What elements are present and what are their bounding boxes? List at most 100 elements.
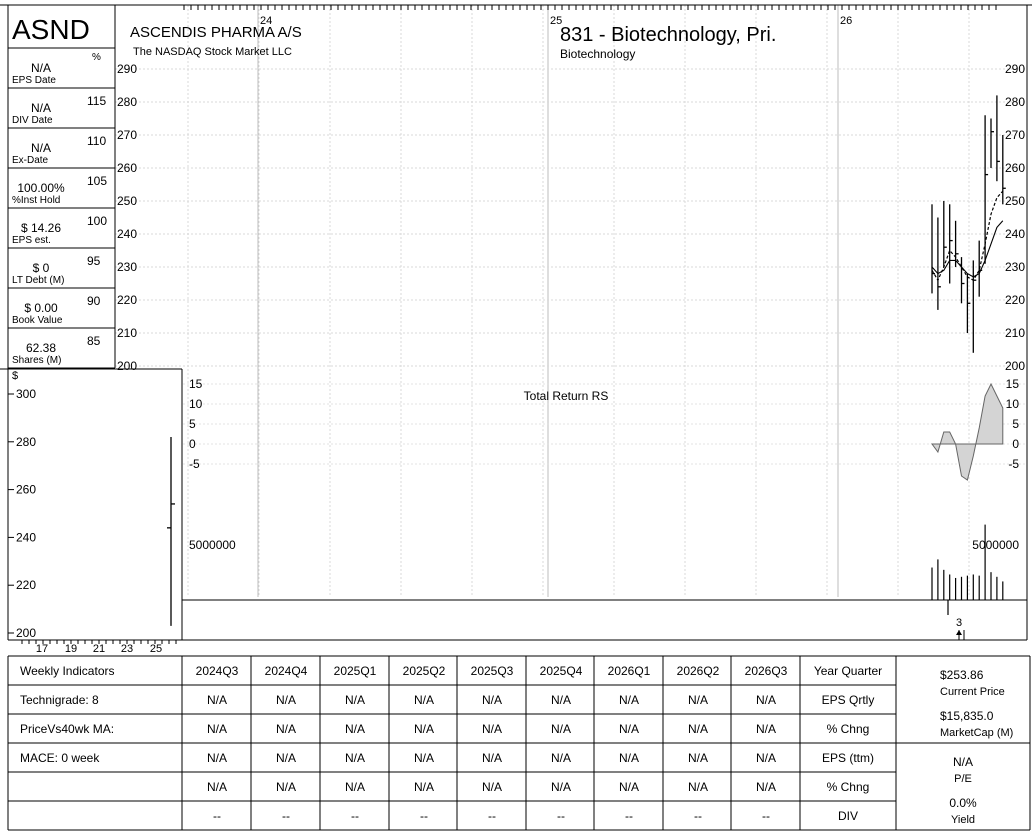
year-label: 26	[840, 15, 852, 27]
price-tick-right: 230	[1005, 260, 1025, 274]
inset-tick-label: 240	[16, 530, 36, 544]
table-cell: --	[213, 809, 221, 823]
table-cell: N/A	[618, 780, 639, 794]
ex-date-value: N/A	[30, 141, 51, 155]
ticker-symbol: ASND	[12, 14, 90, 45]
table-cell: --	[762, 809, 770, 823]
rs-tick-right: 15	[1006, 377, 1020, 391]
industry-group: 831 - Biotechnology, Pri.	[560, 24, 777, 46]
row-label-weekly-indicators: Weekly Indicators	[20, 664, 115, 678]
table-cell: N/A	[618, 751, 639, 765]
quarter-header: 2024Q3	[195, 664, 239, 678]
table-cell: N/A	[481, 722, 502, 736]
quarter-header: 2026Q1	[607, 664, 651, 678]
table-cell: N/A	[618, 693, 639, 707]
table-cell: N/A	[755, 722, 776, 736]
inset-x-label: 23	[121, 643, 133, 655]
inset-x-label: 25	[150, 643, 162, 655]
percent-axis-symbol: %	[92, 52, 101, 63]
price-tick-left: 250	[117, 194, 137, 208]
moving-average-long-line	[931, 220, 1004, 278]
rs-title: Total Return RS	[524, 389, 609, 403]
div-date-label: DIV Date	[12, 115, 53, 126]
table-cell: N/A	[413, 751, 434, 765]
table-cell: N/A	[687, 751, 708, 765]
volume-label-left: 5000000	[189, 538, 236, 552]
pct-tick: 90	[87, 294, 101, 308]
quarter-header: 2025Q4	[539, 664, 583, 678]
table-cell: N/A	[206, 780, 227, 794]
table-cell: N/A	[687, 780, 708, 794]
price-tick-right: 200	[1005, 359, 1025, 373]
table-cell: N/A	[550, 751, 571, 765]
pe-value: N/A	[952, 755, 973, 769]
table-cell: N/A	[481, 693, 502, 707]
table-cell: N/A	[413, 693, 434, 707]
table-cell: N/A	[481, 780, 502, 794]
table-cell: N/A	[755, 693, 776, 707]
book-value-value: $ 0.00	[24, 301, 58, 315]
price-tick-left: 230	[117, 260, 137, 274]
lt-debt-label: LT Debt (M)	[12, 275, 65, 286]
volume-label-right: 5000000	[972, 538, 1019, 552]
exchange-name: The NASDAQ Stock Market LLC	[133, 46, 292, 58]
eps-date-label: EPS Date	[12, 75, 56, 86]
metric-label-pct-chng-1: % Chng	[826, 722, 870, 736]
ex-date-label: Ex-Date	[12, 155, 49, 166]
current-price-label: Current Price	[940, 686, 1005, 698]
table-cell: N/A	[344, 722, 365, 736]
rs-tick-right: -5	[1008, 457, 1019, 471]
table-cell: --	[488, 809, 496, 823]
table-cell: N/A	[344, 751, 365, 765]
rs-area	[931, 382, 1004, 481]
inset-tick-label: 260	[16, 483, 36, 497]
quarter-header: 2025Q3	[470, 664, 514, 678]
pct-tick: 85	[87, 334, 101, 348]
sector-name: Biotechnology	[560, 47, 636, 61]
table-cell: N/A	[413, 780, 434, 794]
price-tick-left: 270	[117, 128, 137, 142]
table-cell: N/A	[275, 780, 296, 794]
inset-currency-label: $	[12, 370, 18, 382]
inset-x-label: 19	[65, 643, 77, 655]
table-cell: N/A	[755, 751, 776, 765]
inst-hold-label: %Inst Hold	[12, 195, 61, 206]
table-cell: --	[420, 809, 428, 823]
table-cell: --	[282, 809, 290, 823]
table-cell: N/A	[755, 780, 776, 794]
row-label-technigrade: Technigrade: 8	[20, 693, 99, 707]
table-cell: N/A	[687, 722, 708, 736]
table-cell: N/A	[550, 722, 571, 736]
market-cap-label: MarketCap (M)	[940, 727, 1014, 739]
pe-label: P/E	[954, 773, 972, 785]
price-tick-right: 270	[1005, 128, 1025, 142]
price-tick-left: 260	[117, 161, 137, 175]
price-tick-right: 260	[1005, 161, 1025, 175]
chart-canvas: 24 25 26200 200210 210220 220230 230240 240250 2…	[0, 4, 1032, 831]
table-cell: N/A	[550, 780, 571, 794]
shares-label: Shares (M)	[12, 355, 62, 366]
price-tick-right: 290	[1005, 62, 1025, 76]
table-cell: --	[557, 809, 565, 823]
inset-tick-label: 280	[16, 435, 36, 449]
row-label-price-vs-ma: PriceVs40wk MA:	[20, 722, 115, 736]
pct-tick: 100	[87, 214, 107, 228]
table-cell: N/A	[618, 722, 639, 736]
inset-x-label: 17	[36, 643, 48, 655]
table-cell: N/A	[413, 722, 434, 736]
yield-label: Yield	[950, 814, 976, 826]
table-cell: N/A	[206, 722, 227, 736]
event-marker-label: 3	[956, 617, 962, 629]
pct-tick: 115	[87, 94, 106, 108]
yield-value: 0.0%	[949, 796, 977, 810]
table-cell: N/A	[275, 722, 296, 736]
price-tick-left: 240	[117, 227, 137, 241]
price-tick-left: 290	[117, 62, 137, 76]
rs-tick-right: 5	[1012, 417, 1019, 431]
metric-label-year-quarter: Year Quarter	[813, 664, 883, 678]
price-tick-right: 250	[1005, 194, 1025, 208]
price-tick-right: 240	[1005, 227, 1025, 241]
quarter-header: 2024Q4	[264, 664, 308, 678]
eps-est-label: EPS est.	[12, 235, 51, 246]
rs-tick-left: -5	[189, 457, 200, 471]
